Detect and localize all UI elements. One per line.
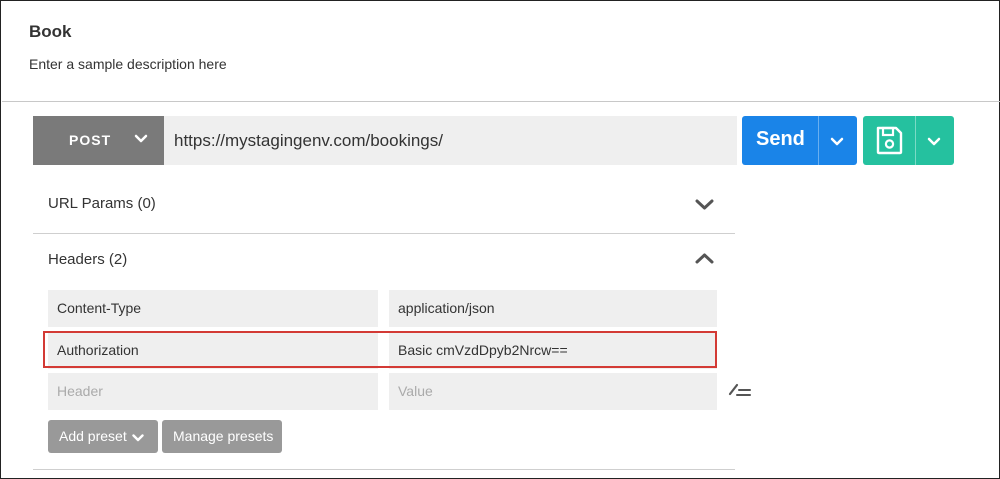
headers-label[interactable]: Headers (2)	[48, 251, 127, 268]
url-input[interactable]	[164, 116, 737, 165]
method-select[interactable]: POST	[33, 116, 164, 165]
manage-presets-label: Manage presets	[173, 428, 274, 444]
method-label: POST	[69, 132, 112, 148]
new-header-key-field[interactable]: Header	[48, 373, 378, 410]
add-preset-label: Add preset	[59, 428, 127, 444]
send-divider	[818, 116, 819, 165]
request-title[interactable]: Book	[29, 22, 72, 42]
send-button[interactable]: Send	[742, 116, 857, 165]
request-description[interactable]: Enter a sample description here	[29, 56, 227, 72]
chevron-down-icon[interactable]	[695, 199, 714, 211]
url-params-label: URL Params (0)	[48, 195, 156, 212]
chevron-down-icon	[134, 134, 148, 143]
header-value-field[interactable]: application/json	[389, 290, 717, 327]
new-header-value-field[interactable]: Value	[389, 373, 717, 410]
floppy-disk-icon	[876, 126, 903, 155]
authorization-highlight-box	[43, 331, 717, 368]
header-key-field[interactable]: Content-Type	[48, 290, 378, 327]
chevron-down-icon[interactable]	[830, 137, 844, 147]
chevron-down-icon	[132, 434, 144, 442]
chevron-down-icon[interactable]	[927, 137, 941, 147]
bulk-edit-icon[interactable]	[728, 380, 752, 398]
save-button[interactable]	[863, 116, 954, 165]
send-button-label: Send	[756, 128, 805, 150]
url-params-section[interactable]: URL Params (0)	[33, 173, 735, 234]
manage-presets-button[interactable]: Manage presets	[162, 420, 282, 453]
save-divider	[915, 116, 916, 165]
request-info: Book Enter a sample description here	[2, 2, 1000, 102]
app-frame: Book Enter a sample description here POS…	[0, 0, 1000, 479]
chevron-up-icon[interactable]	[695, 252, 714, 264]
add-preset-button[interactable]: Add preset	[48, 420, 158, 453]
